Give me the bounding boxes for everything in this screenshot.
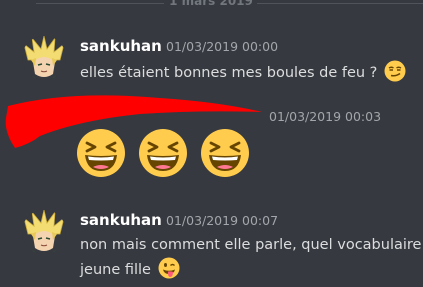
message-text: elles étaient bonnes mes boules de feu ? xyxy=(80,60,406,85)
avatar[interactable] xyxy=(22,36,66,80)
message-text-line: jeune fille xyxy=(80,262,151,278)
laughing-emoji-icon[interactable] xyxy=(76,128,126,178)
laughing-emoji-icon[interactable] xyxy=(200,128,250,178)
message-text-line: elles étaient bonnes mes boules de feu ? xyxy=(80,65,378,81)
message-text-line: non mais comment elle parle, quel vocabu… xyxy=(80,237,422,253)
message-timestamp: 01/03/2019 00:03 xyxy=(269,109,382,124)
tongue-wink-emoji-icon[interactable] xyxy=(158,257,180,279)
message-text: non mais comment elle parle, quel vocabu… xyxy=(80,234,421,282)
divider-date: 1 mars 2019 xyxy=(169,0,253,8)
author-name[interactable]: sankuhan xyxy=(80,37,162,55)
divider-line-right xyxy=(257,3,423,4)
message-timestamp: 01/03/2019 00:00 xyxy=(166,39,279,54)
author-name[interactable]: sankuhan xyxy=(80,211,162,229)
message-text-line-2: jeune fille xyxy=(80,257,421,282)
divider-line-left xyxy=(36,3,164,4)
message-timestamp: 01/03/2019 00:07 xyxy=(166,213,279,228)
date-divider: 1 mars 2019 xyxy=(0,0,423,10)
avatar[interactable] xyxy=(22,210,66,254)
smirk-emoji-icon[interactable] xyxy=(384,60,406,82)
laughing-emoji-icon[interactable] xyxy=(138,128,188,178)
